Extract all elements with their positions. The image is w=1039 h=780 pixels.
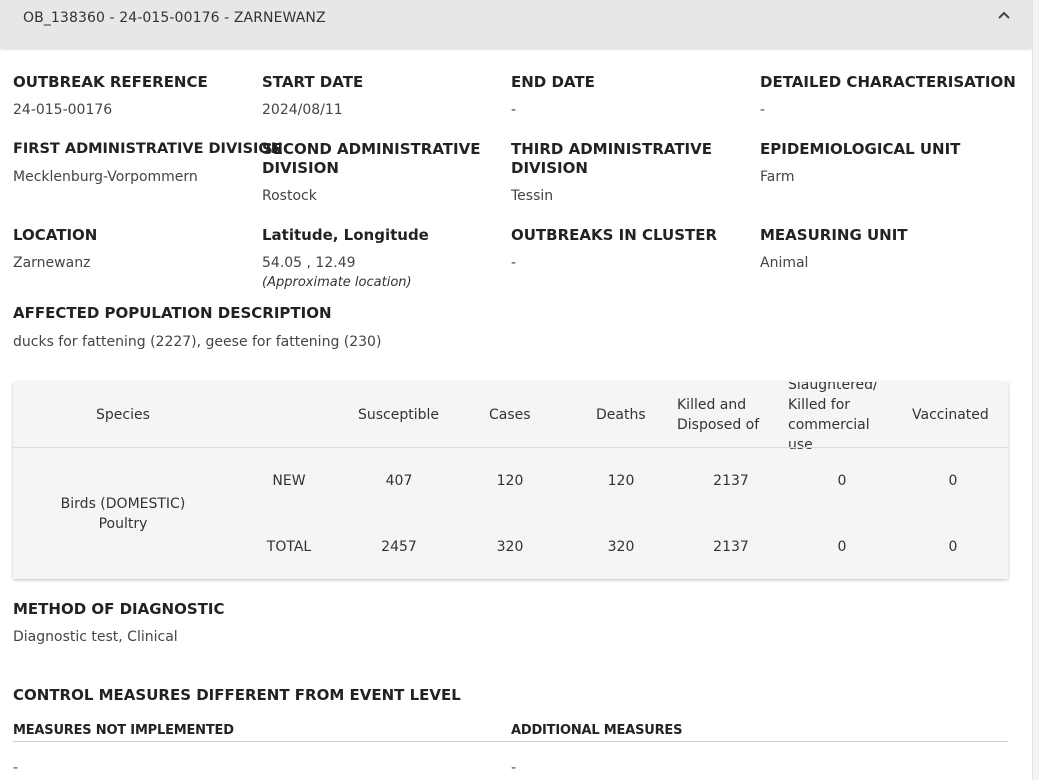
- second-admin-division-label-line2: DIVISION: [262, 159, 339, 177]
- first-admin-division-label: FIRST ADMINISTRATIVE DIVISION: [13, 141, 283, 157]
- col-header-killed-line1: Killed and: [677, 397, 747, 413]
- measuring-unit-value: Animal: [760, 255, 809, 271]
- col-header-slaughtered-line0: Slaughtered/: [788, 382, 878, 393]
- outbreak-panel-title: OB_138360 - 24-015-00176 - ZARNEWANZ: [23, 10, 326, 26]
- additional-measures-label: ADDITIONAL MEASURES: [511, 723, 683, 738]
- outbreaks-in-cluster-label: OUTBREAKS IN CLUSTER: [511, 226, 718, 244]
- end-date-label: END DATE: [511, 73, 595, 91]
- second-admin-division-label: SECOND ADMINISTRATIVE DIVISION: [262, 140, 480, 178]
- row-total-slaughtered: 0: [837, 539, 847, 555]
- location-value: Zarnewanz: [13, 255, 91, 271]
- second-admin-division-value: Rostock: [262, 188, 317, 204]
- col-header-cases: Cases: [489, 407, 531, 423]
- row-total-killed: 2137: [713, 539, 749, 555]
- row-new-killed: 2137: [713, 473, 749, 489]
- start-date-label: START DATE: [262, 73, 364, 91]
- measures-not-implemented-label: MEASURES NOT IMPLEMENTED: [13, 723, 234, 738]
- row-new-vaccinated: 0: [948, 473, 958, 489]
- col-header-slaughtered-line1: Killed for: [788, 397, 851, 413]
- col-header-killed-line2: Disposed of: [677, 417, 760, 433]
- outbreak-reference-value: 24-015-00176: [13, 102, 113, 118]
- additional-measures-value: -: [511, 760, 517, 776]
- row-new-type: NEW: [272, 473, 306, 489]
- third-admin-division-label-line2: DIVISION: [511, 159, 588, 177]
- method-of-diagnostic-label: METHOD OF DIAGNOSTIC: [13, 600, 225, 618]
- detailed-characterisation-value: -: [760, 102, 766, 118]
- species-cell: Birds (DOMESTIC) Poultry: [13, 494, 233, 534]
- third-admin-division-label-line1: THIRD ADMINISTRATIVE: [511, 140, 712, 158]
- row-total-cases: 320: [496, 539, 524, 555]
- species-table: Species Susceptible Cases Deaths Killed …: [13, 382, 1008, 579]
- first-admin-division-value: Mecklenburg-Vorpommern: [13, 169, 198, 185]
- affected-population-label: AFFECTED POPULATION DESCRIPTION: [13, 304, 332, 322]
- species-cell-line2: Poultry: [98, 516, 148, 532]
- row-new-cases: 120: [496, 473, 524, 489]
- third-admin-division-label: THIRD ADMINISTRATIVE DIVISION: [511, 140, 712, 178]
- col-header-killed: Killed and Disposed of: [677, 395, 759, 435]
- col-header-vaccinated: Vaccinated: [912, 407, 989, 423]
- measuring-unit-label: MEASURING UNIT: [760, 226, 908, 244]
- col-header-susceptible: Susceptible: [358, 407, 440, 423]
- outbreak-panel-header[interactable]: OB_138360 - 24-015-00176 - ZARNEWANZ: [0, 0, 1032, 48]
- lat-long-value: 54.05 , 12.49: [262, 255, 356, 271]
- control-measures-divider: [13, 741, 1008, 742]
- scrollbar-track[interactable]: [1032, 0, 1039, 780]
- col-header-slaughtered-line3: use: [788, 437, 813, 453]
- row-new-susceptible: 407: [385, 473, 413, 489]
- detailed-characterisation-label: DETAILED CHARACTERISATION: [760, 73, 1016, 91]
- method-of-diagnostic-value: Diagnostic test, Clinical: [13, 629, 178, 645]
- measures-not-implemented-value: -: [13, 760, 19, 776]
- location-label: LOCATION: [13, 226, 98, 244]
- col-header-slaughtered: Slaughtered/ Killed for commercial use: [788, 382, 878, 455]
- table-header-divider: [13, 447, 1008, 448]
- row-total-deaths: 320: [607, 539, 635, 555]
- epidemiological-unit-value: Farm: [760, 169, 795, 185]
- end-date-value: -: [511, 102, 517, 118]
- affected-population-value: ducks for fattening (2227), geese for fa…: [13, 334, 382, 350]
- outbreak-reference-label: OUTBREAK REFERENCE: [13, 73, 208, 91]
- row-total-susceptible: 2457: [381, 539, 417, 555]
- col-header-species: Species: [96, 407, 150, 423]
- row-total-type: TOTAL: [266, 539, 312, 555]
- col-header-slaughtered-line2: commercial: [788, 417, 870, 433]
- epidemiological-unit-label: EPIDEMIOLOGICAL UNIT: [760, 140, 961, 158]
- species-cell-line1: Birds (DOMESTIC): [60, 496, 186, 512]
- row-new-deaths: 120: [607, 473, 635, 489]
- outbreaks-in-cluster-value: -: [511, 255, 517, 271]
- start-date-value: 2024/08/11: [262, 102, 343, 118]
- approximate-location-note: (Approximate location): [262, 275, 412, 290]
- control-measures-title: CONTROL MEASURES DIFFERENT FROM EVENT LE…: [13, 686, 461, 704]
- chevron-up-icon[interactable]: [995, 7, 1013, 25]
- row-total-vaccinated: 0: [948, 539, 958, 555]
- second-admin-division-label-line1: SECOND ADMINISTRATIVE: [262, 140, 481, 158]
- col-header-deaths: Deaths: [596, 407, 646, 423]
- lat-long-label: Latitude, Longitude: [262, 226, 429, 244]
- row-new-slaughtered: 0: [837, 473, 847, 489]
- third-admin-division-value: Tessin: [511, 188, 554, 204]
